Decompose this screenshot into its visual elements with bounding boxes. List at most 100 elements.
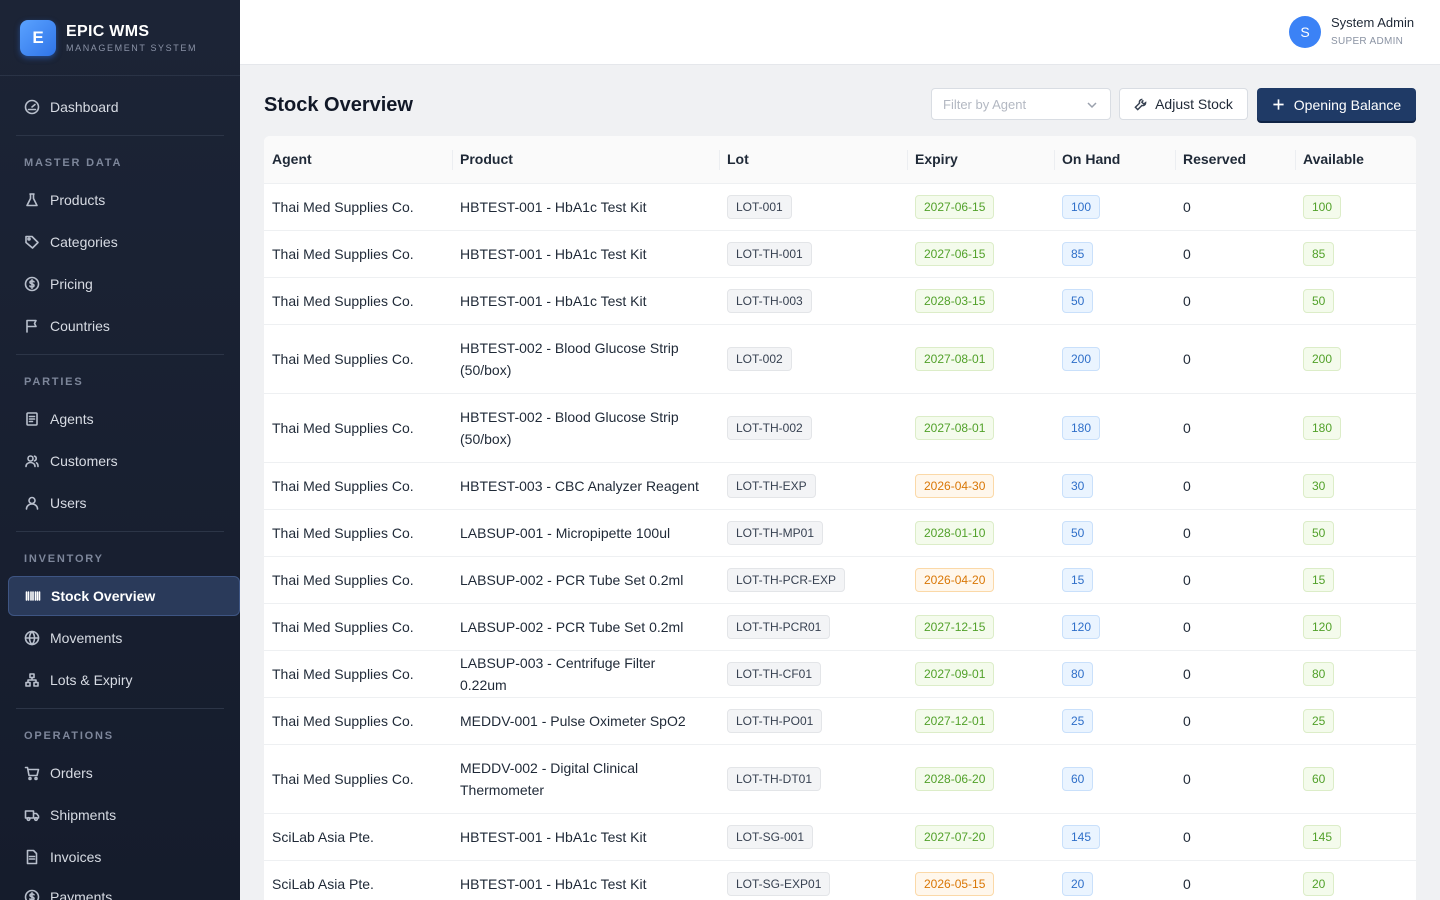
- sidebar-item-users[interactable]: Users: [8, 484, 240, 522]
- flag-icon: [26, 319, 37, 333]
- available-tag: 100: [1303, 194, 1342, 219]
- cell-available: 60: [1295, 744, 1416, 814]
- stock-table: Agent Product Lot Expiry On Hand Reserve…: [264, 136, 1416, 900]
- cell-available: 20: [1295, 860, 1416, 900]
- available-tag: 30: [1303, 473, 1335, 498]
- table-row[interactable]: SciLab Asia Pte. HBTEST-001 - HbA1c Test …: [264, 813, 1416, 861]
- table-row[interactable]: Thai Med Supplies Co. HBTEST-003 - CBC An…: [264, 462, 1416, 510]
- available-tag: 200: [1303, 346, 1342, 371]
- cell-reserved: 0: [1175, 462, 1295, 510]
- lot-tag: LOT-TH-CF01: [727, 661, 822, 686]
- user-name[interactable]: System Admin: [1331, 15, 1414, 30]
- adjust-stock-button[interactable]: Adjust Stock: [1119, 88, 1248, 120]
- table-row[interactable]: Thai Med Supplies Co. LABSUP-001 - Microp…: [264, 509, 1416, 557]
- user-role: SUPER ADMIN: [1331, 36, 1404, 47]
- opening-balance-button[interactable]: Opening Balance: [1257, 88, 1416, 121]
- on-hand-tag: 25: [1062, 708, 1094, 733]
- filter-agent-select[interactable]: Filter by Agent: [931, 88, 1111, 120]
- cell-expiry: 2026-04-20: [907, 556, 1054, 604]
- section-label-parties: PARTIES: [24, 376, 84, 388]
- sidebar-item-customers[interactable]: Customers: [8, 442, 240, 480]
- table-row[interactable]: Thai Med Supplies Co. LABSUP-002 - PCR Tu…: [264, 556, 1416, 604]
- sidebar-item-label: Stock Overview: [51, 588, 156, 604]
- column-header-lot[interactable]: Lot: [719, 136, 907, 184]
- column-header-available[interactable]: Available: [1295, 136, 1416, 184]
- brand-logo: E: [20, 19, 56, 56]
- expiry-tag: 2027-07-20: [915, 824, 995, 849]
- available-tag: 145: [1303, 824, 1342, 849]
- sidebar-item-invoices[interactable]: Invoices: [8, 838, 240, 876]
- wrench-icon: [1134, 98, 1147, 111]
- cell-on-hand: 30: [1054, 462, 1175, 510]
- section-label-operations: OPERATIONS: [24, 730, 114, 742]
- cell-reserved: 0: [1175, 393, 1295, 463]
- sidebar-item-stock-overview[interactable]: Stock Overview: [8, 576, 240, 616]
- sidebar-item-agents[interactable]: Agents: [8, 400, 240, 438]
- column-header-reserved[interactable]: Reserved: [1175, 136, 1295, 184]
- on-hand-tag: 30: [1062, 473, 1094, 498]
- expiry-tag: 2028-06-20: [915, 766, 995, 791]
- cell-product: LABSUP-001 - Micropipette 100ul: [452, 509, 719, 557]
- sidebar-item-products[interactable]: Products: [8, 181, 240, 219]
- expiry-tag: 2027-12-01: [915, 708, 995, 733]
- cell-expiry: 2027-08-01: [907, 393, 1054, 463]
- sidebar-item-movements[interactable]: Movements: [8, 619, 240, 657]
- avatar[interactable]: S: [1289, 16, 1321, 48]
- sidebar-item-countries[interactable]: Countries: [8, 307, 240, 345]
- sidebar-item-label: Countries: [50, 318, 110, 334]
- gauge-icon: [24, 99, 40, 115]
- opening-balance-label: Opening Balance: [1293, 96, 1402, 113]
- cell-lot: LOT-TH-MP01: [719, 509, 907, 557]
- cell-agent: Thai Med Supplies Co.: [264, 462, 452, 510]
- cell-available: 50: [1295, 277, 1416, 325]
- table-row[interactable]: Thai Med Supplies Co. HBTEST-001 - HbA1c …: [264, 183, 1416, 231]
- cell-product: LABSUP-002 - PCR Tube Set 0.2ml: [452, 603, 719, 651]
- column-header-expiry[interactable]: Expiry: [907, 136, 1054, 184]
- users-icon: [25, 455, 39, 468]
- sidebar-item-pricing[interactable]: Pricing: [8, 265, 240, 303]
- table-row[interactable]: Thai Med Supplies Co. LABSUP-003 - Centri…: [264, 650, 1416, 698]
- table-row[interactable]: Thai Med Supplies Co. MEDDV-001 - Pulse O…: [264, 697, 1416, 745]
- cell-available: 50: [1295, 509, 1416, 557]
- cell-available: 85: [1295, 230, 1416, 278]
- filter-placeholder: Filter by Agent: [943, 96, 1027, 112]
- table-row[interactable]: Thai Med Supplies Co. HBTEST-001 - HbA1c …: [264, 230, 1416, 278]
- sidebar-item-lots-expiry[interactable]: Lots & Expiry: [8, 661, 240, 699]
- cell-product: HBTEST-001 - HbA1c Test Kit: [452, 230, 719, 278]
- table-row[interactable]: Thai Med Supplies Co. HBTEST-002 - Blood …: [264, 324, 1416, 394]
- cell-on-hand: 85: [1054, 230, 1175, 278]
- cell-on-hand: 145: [1054, 813, 1175, 861]
- brand[interactable]: E EPIC WMS MANAGEMENT SYSTEM: [0, 0, 240, 76]
- sidebar-item-label: Orders: [50, 765, 93, 781]
- table-row[interactable]: Thai Med Supplies Co. HBTEST-002 - Blood …: [264, 393, 1416, 463]
- column-header-product[interactable]: Product: [452, 136, 719, 184]
- cell-agent: Thai Med Supplies Co.: [264, 324, 452, 394]
- on-hand-tag: 80: [1062, 661, 1094, 686]
- sidebar-item-payments[interactable]: Payments: [8, 878, 240, 900]
- lot-tag: LOT-TH-PCR-EXP: [727, 567, 846, 592]
- sidebar-item-dashboard[interactable]: Dashboard: [8, 88, 240, 126]
- cell-on-hand: 50: [1054, 509, 1175, 557]
- topbar: S System Admin SUPER ADMIN: [240, 0, 1440, 65]
- on-hand-tag: 20: [1062, 871, 1094, 896]
- sidebar-item-shipments[interactable]: Shipments: [8, 796, 240, 834]
- cell-on-hand: 15: [1054, 556, 1175, 604]
- table-row[interactable]: Thai Med Supplies Co. HBTEST-001 - HbA1c …: [264, 277, 1416, 325]
- lot-tag: LOT-002: [727, 346, 792, 371]
- cell-available: 145: [1295, 813, 1416, 861]
- column-header-on-hand[interactable]: On Hand: [1054, 136, 1175, 184]
- table-row[interactable]: Thai Med Supplies Co. MEDDV-002 - Digital…: [264, 744, 1416, 814]
- cell-agent: Thai Med Supplies Co.: [264, 183, 452, 231]
- divider: [16, 708, 224, 709]
- table-row[interactable]: Thai Med Supplies Co. LABSUP-002 - PCR Tu…: [264, 603, 1416, 651]
- cell-product: LABSUP-002 - PCR Tube Set 0.2ml: [452, 556, 719, 604]
- cell-expiry: 2026-05-15: [907, 860, 1054, 900]
- sidebar-item-orders[interactable]: Orders: [8, 754, 240, 792]
- user-icon: [25, 496, 39, 510]
- column-header-agent[interactable]: Agent: [264, 136, 452, 184]
- cell-product: HBTEST-003 - CBC Analyzer Reagent: [452, 462, 719, 510]
- table-row[interactable]: SciLab Asia Pte. HBTEST-001 - HbA1c Test …: [264, 860, 1416, 900]
- divider: [16, 531, 224, 532]
- sidebar-item-categories[interactable]: Categories: [8, 223, 240, 261]
- sidebar-item-label: Categories: [50, 234, 118, 250]
